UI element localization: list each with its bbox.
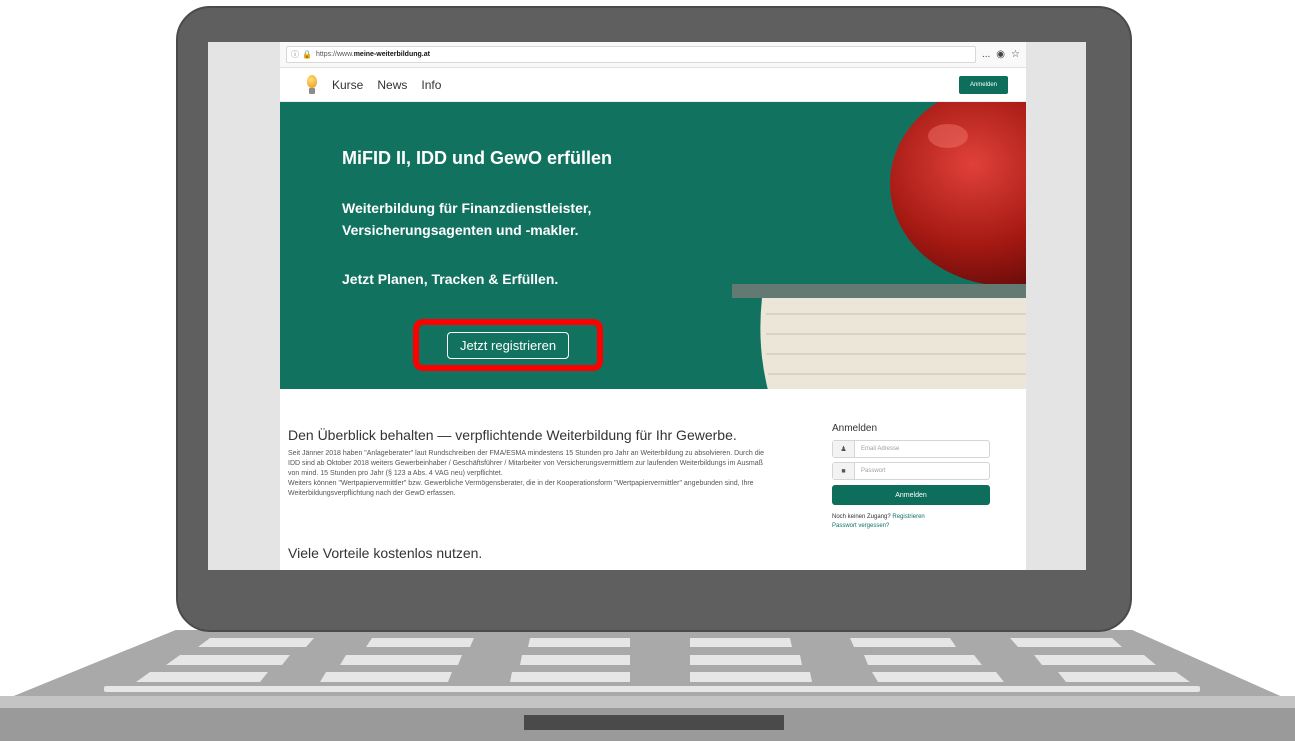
- book-stack-image: [732, 284, 1026, 389]
- login-title: Anmelden: [832, 423, 878, 434]
- hero-line-2: Versicherungsagenten und -makler.: [342, 222, 579, 238]
- url-domain: meine-weiterbildung.at: [353, 51, 430, 58]
- nav-item-info[interactable]: Info: [421, 78, 441, 92]
- apple-image: [890, 102, 1026, 286]
- hero-banner: MiFID II, IDD und GewO erfüllen Weiterbi…: [280, 102, 1026, 389]
- content-paragraph-2: Weiters können "Wertpapiervermittler" bz…: [288, 480, 754, 497]
- hero-tagline: Jetzt Planen, Tracken & Erfüllen.: [342, 271, 559, 287]
- cta-highlight-box: Jetzt registrieren: [413, 319, 603, 371]
- password-placeholder: Passwort: [861, 468, 886, 474]
- email-placeholder: Email Adresse: [861, 446, 900, 452]
- pocket-icon[interactable]: ◉: [996, 49, 1005, 60]
- content-subtitle: Viele Vorteile kostenlos nutzen.: [288, 545, 483, 561]
- url-actions: ... ◉ ☆: [982, 49, 1020, 60]
- email-field[interactable]: ♟ Email Adresse: [832, 440, 990, 458]
- forgot-password-link[interactable]: Passwort vergessen?: [832, 523, 889, 529]
- nav-login-button[interactable]: Anmelden: [958, 75, 1008, 94]
- nav-item-kurse[interactable]: Kurse: [332, 78, 363, 92]
- laptop-screen: ⓘ 🔒 https://www. meine-weiterbildung.at .…: [208, 42, 1086, 570]
- star-icon[interactable]: ☆: [1011, 49, 1020, 60]
- password-field[interactable]: ■ Passwort: [832, 462, 990, 480]
- hero-title: MiFID II, IDD und GewO erfüllen: [342, 148, 613, 168]
- url-prefix: https://www.: [315, 51, 354, 58]
- content-paragraph-1: Seit Jänner 2018 haben "Anlageberater" l…: [288, 450, 765, 477]
- laptop-keyboard-base: [0, 630, 1295, 741]
- content-title: Den Überblick behalten — verpflichtende …: [288, 427, 737, 443]
- login-panel: Anmelden ♟ Email Adresse ■ Passwort Anme…: [832, 423, 990, 531]
- site-navbar: Kurse News Info Anmelden: [280, 68, 1026, 102]
- more-actions-icon[interactable]: ...: [982, 49, 990, 60]
- lightbulb-logo-icon[interactable]: [306, 74, 318, 95]
- browser-window: ⓘ 🔒 https://www. meine-weiterbildung.at .…: [280, 42, 1026, 570]
- register-cta-button[interactable]: Jetzt registrieren: [446, 331, 570, 359]
- laptop-illustration: ⓘ 🔒 https://www. meine-weiterbildung.at .…: [0, 0, 1295, 741]
- hero-subtitle: Weiterbildung für Finanzdienstleister, V…: [342, 197, 591, 241]
- lock-icon: ■: [833, 463, 855, 479]
- browser-toolbar: ⓘ 🔒 https://www. meine-weiterbildung.at .…: [280, 42, 1026, 68]
- lock-icon: 🔒: [302, 50, 312, 59]
- hero-line-1: Weiterbildung für Finanzdienstleister,: [342, 200, 592, 216]
- login-links: Noch keinen Zugang? Registrieren Passwor…: [832, 513, 990, 531]
- url-bar[interactable]: ⓘ 🔒 https://www. meine-weiterbildung.at: [286, 46, 976, 63]
- register-link[interactable]: Registrieren: [892, 514, 924, 520]
- content-paragraph: Seit Jänner 2018 haben "Anlageberater" l…: [288, 449, 776, 499]
- user-icon: ♟: [833, 441, 855, 457]
- nav-item-news[interactable]: News: [377, 78, 407, 92]
- login-submit-button[interactable]: Anmelden: [832, 485, 990, 505]
- info-icon[interactable]: ⓘ: [291, 49, 299, 60]
- no-account-text: Noch keinen Zugang?: [832, 514, 891, 520]
- main-content: Den Überblick behalten — verpflichtende …: [280, 389, 1026, 570]
